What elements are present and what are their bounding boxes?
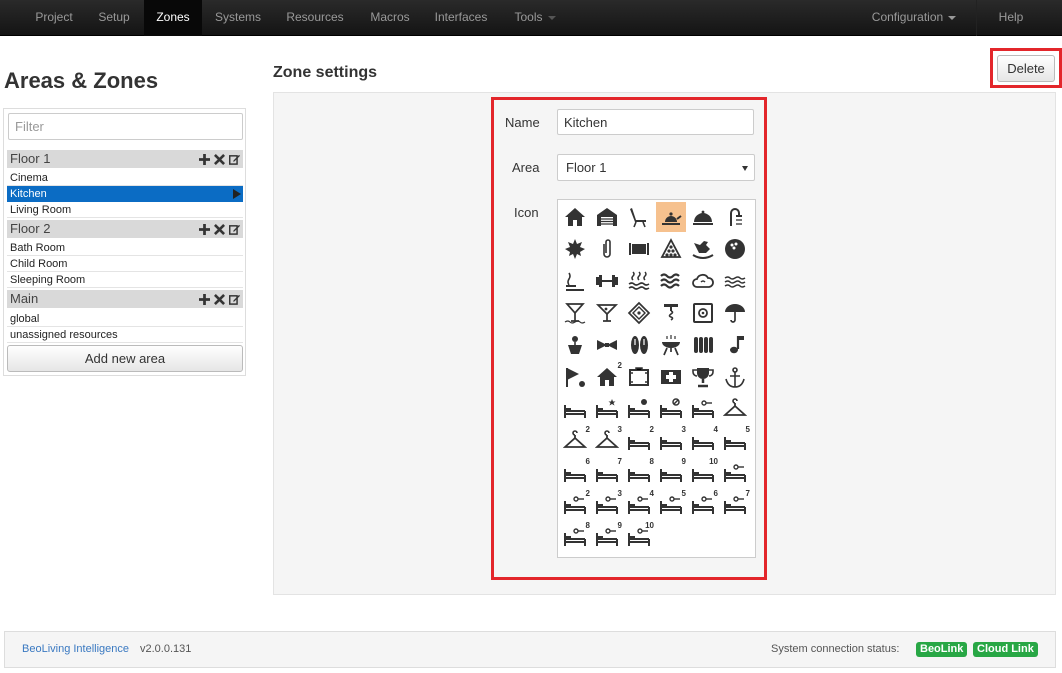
nav-help[interactable]: Help xyxy=(980,0,1042,36)
area-name: Floor 2 xyxy=(10,221,51,236)
nav-systems[interactable]: Systems xyxy=(204,0,272,36)
area-name: Main xyxy=(10,291,39,306)
add-icon[interactable] xyxy=(199,293,210,305)
nav-resources[interactable]: Resources xyxy=(274,0,356,36)
areas-panel: Floor 1 Cinema Kitchen Living Room Floor… xyxy=(3,108,246,376)
nav-zones[interactable]: Zones xyxy=(144,0,202,36)
page-title: Areas & Zones xyxy=(4,68,159,93)
app-version: v2.0.0.131 xyxy=(140,643,192,655)
zone-label: Kitchen xyxy=(10,188,47,200)
form-highlight-box xyxy=(491,97,767,580)
nav-tools-label: Tools xyxy=(514,10,543,24)
zone-item-unassigned-resources[interactable]: unassigned resources xyxy=(7,327,243,343)
top-navbar: Project Setup Zones Systems Resources Ma… xyxy=(0,0,1062,36)
filter-input[interactable] xyxy=(8,113,243,140)
nav-interfaces[interactable]: Interfaces xyxy=(424,0,498,36)
nav-configuration[interactable]: Configuration xyxy=(858,0,970,36)
area-header-floor-1[interactable]: Floor 1 xyxy=(7,150,243,168)
area-header-main[interactable]: Main xyxy=(7,290,243,308)
app-link[interactable]: BeoLiving Intelligence xyxy=(22,643,129,655)
chevron-down-icon xyxy=(948,15,957,20)
chevron-down-icon xyxy=(547,15,556,20)
zone-settings-title: Zone settings xyxy=(273,64,378,81)
connection-status-label: System connection status: xyxy=(771,643,900,655)
zone-item-kitchen[interactable]: Kitchen xyxy=(7,186,243,202)
nav-divider xyxy=(976,0,977,36)
area-header-floor-2[interactable]: Floor 2 xyxy=(7,220,243,238)
remove-icon[interactable] xyxy=(214,153,225,165)
zone-item-global[interactable]: global xyxy=(7,311,243,327)
nav-macros[interactable]: Macros xyxy=(358,0,422,36)
nav-project[interactable]: Project xyxy=(24,0,84,36)
zone-item-bath-room[interactable]: Bath Room xyxy=(7,240,243,256)
zone-item-child-room[interactable]: Child Room xyxy=(7,256,243,272)
add-icon[interactable] xyxy=(199,223,210,235)
status-badge-beolink: BeoLink xyxy=(916,642,968,657)
remove-icon[interactable] xyxy=(214,293,225,305)
edit-icon[interactable] xyxy=(229,294,240,305)
add-icon[interactable] xyxy=(199,153,210,165)
play-arrow-icon xyxy=(233,189,241,199)
edit-icon[interactable] xyxy=(229,154,240,165)
nav-tools[interactable]: Tools xyxy=(500,0,570,36)
nav-setup[interactable]: Setup xyxy=(86,0,142,36)
edit-icon[interactable] xyxy=(229,224,240,235)
zone-item-living-room[interactable]: Living Room xyxy=(7,202,243,218)
delete-highlight-box xyxy=(990,48,1062,88)
area-name: Floor 1 xyxy=(10,151,51,166)
remove-icon[interactable] xyxy=(214,223,225,235)
footer: BeoLiving Intelligence v2.0.0.131 System… xyxy=(4,631,1056,668)
zone-item-sleeping-room[interactable]: Sleeping Room xyxy=(7,272,243,288)
add-new-area-button[interactable]: Add new area xyxy=(7,345,243,372)
nav-configuration-label: Configuration xyxy=(871,10,944,24)
status-badge-cloud-link: Cloud Link xyxy=(973,642,1038,657)
zone-item-cinema[interactable]: Cinema xyxy=(7,170,243,186)
